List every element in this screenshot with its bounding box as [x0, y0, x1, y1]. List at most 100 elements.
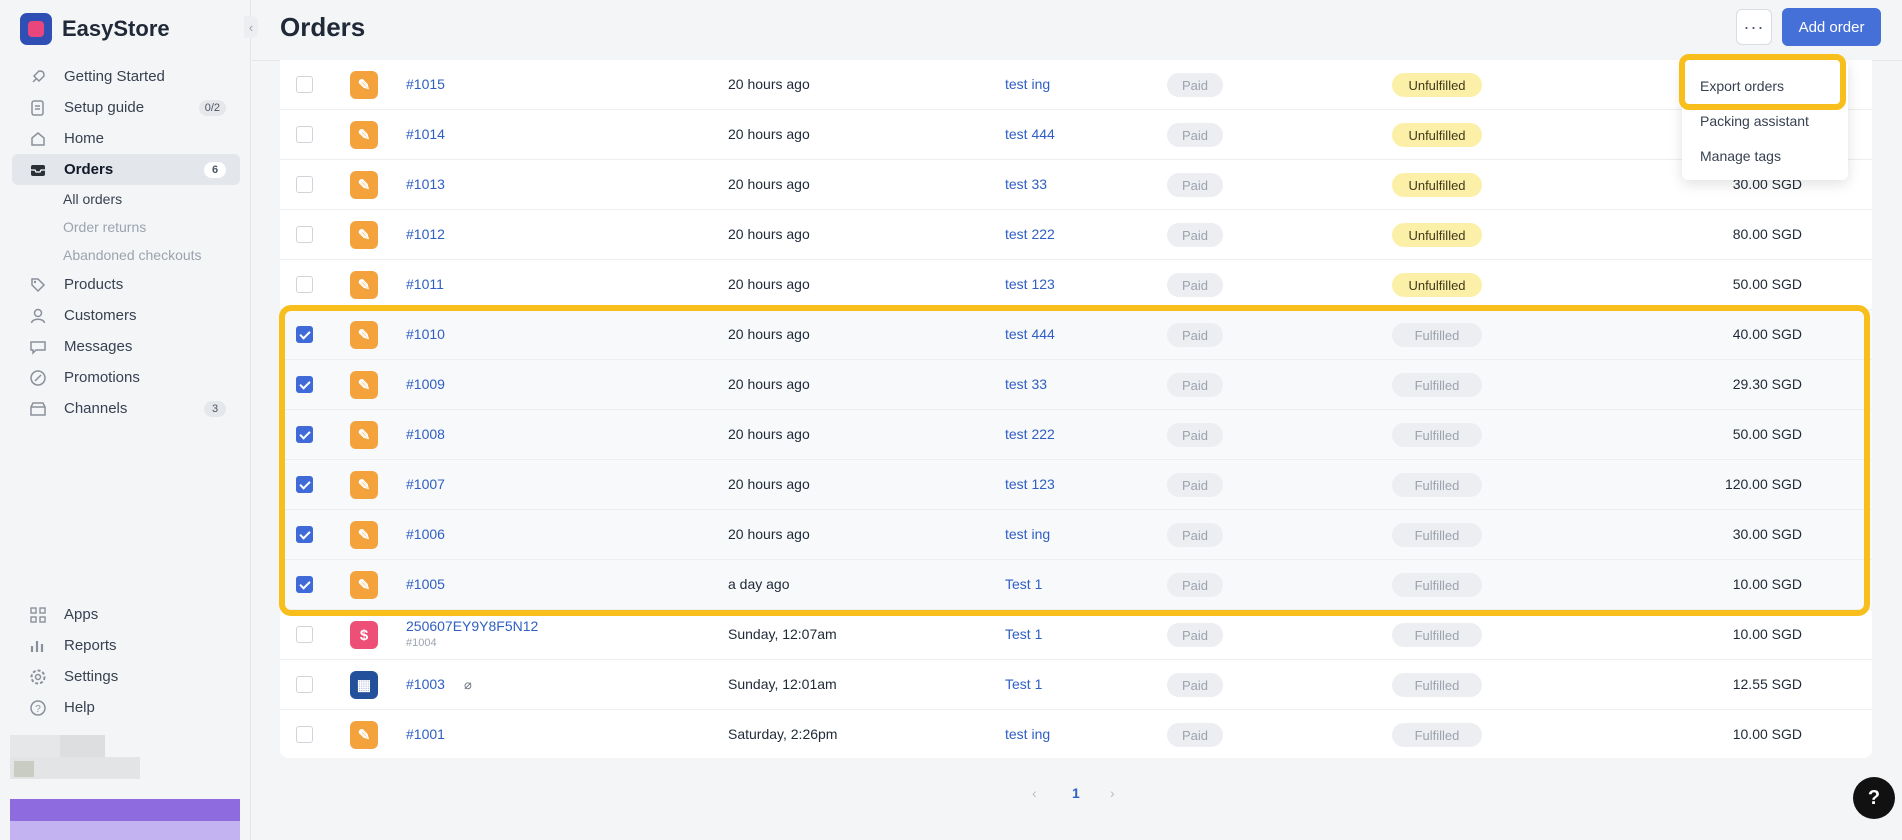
order-id-link[interactable]: #1013	[406, 176, 445, 192]
customer-link[interactable]: test 123	[1005, 476, 1055, 492]
menu-item-manage-tags[interactable]: Manage tags	[1700, 148, 1781, 164]
sidebar-subitem-all-orders[interactable]: All orders	[12, 185, 240, 213]
customer-link[interactable]: Test 1	[1005, 626, 1042, 642]
sidebar-item-reports[interactable]: Reports	[12, 630, 240, 661]
sidebar-item-setup-guide[interactable]: Setup guide 0/2	[12, 92, 240, 123]
table-row[interactable]: ✎ #1008 20 hours ago test 222 Paid Fulfilled 5…	[280, 410, 1872, 460]
prev-page-button[interactable]: ‹	[1032, 785, 1037, 801]
row-checkbox[interactable]	[296, 176, 313, 193]
more-actions-button[interactable]: ···	[1736, 9, 1772, 45]
table-row[interactable]: ✎ #1013 20 hours ago test 33 Paid Unfulfilled…	[280, 160, 1872, 210]
payment-status-badge: Paid	[1167, 673, 1223, 697]
customer-link[interactable]: test 222	[1005, 226, 1055, 242]
customer-link[interactable]: test ing	[1005, 76, 1050, 92]
row-checkbox[interactable]	[296, 676, 313, 693]
order-id-link[interactable]: #1006	[406, 526, 445, 542]
sidebar-item-apps[interactable]: Apps	[12, 599, 240, 630]
order-id-link[interactable]: #1005	[406, 576, 445, 592]
customer-link[interactable]: test 444	[1005, 326, 1055, 342]
table-row[interactable]: ✎ #1011 20 hours ago test 123 Paid Unfulfille…	[280, 260, 1872, 310]
sidebar-item-promotions[interactable]: Promotions	[12, 362, 240, 393]
customer-link[interactable]: Test 1	[1005, 576, 1042, 592]
table-row[interactable]: ✎ #1006 20 hours ago test ing Paid Fulfilled 3…	[280, 510, 1872, 560]
order-date: 20 hours ago	[728, 526, 810, 542]
row-checkbox[interactable]	[296, 226, 313, 243]
order-date: Sunday, 12:07am	[728, 626, 837, 642]
order-id-link[interactable]: 250607EY9Y8F5N12	[406, 618, 538, 634]
sidebar-item-label: Home	[64, 130, 105, 147]
customer-link[interactable]: test 33	[1005, 376, 1047, 392]
sidebar-subitem-abandoned-checkouts[interactable]: Abandoned checkouts	[12, 241, 240, 269]
sidebar-item-label: Apps	[64, 606, 99, 623]
order-id-link[interactable]: #1009	[406, 376, 445, 392]
manual-order-icon: ✎	[350, 421, 378, 449]
table-row[interactable]: ▦ #1003 ⌀ Sunday, 12:01am Test 1 Paid Fulfille…	[280, 660, 1872, 710]
customer-link[interactable]: Test 1	[1005, 676, 1042, 692]
table-row[interactable]: ✎ #1005 a day ago Test 1 Paid Fulfilled 10.00 …	[280, 560, 1872, 610]
order-id-link[interactable]: #1007	[406, 476, 445, 492]
page-number-current[interactable]: 1	[1072, 785, 1080, 801]
customer-link[interactable]: test ing	[1005, 526, 1050, 542]
row-checkbox[interactable]	[296, 126, 313, 143]
table-row[interactable]: ✎ #1012 20 hours ago test 222 Paid Unfulfille…	[280, 210, 1872, 260]
row-checkbox[interactable]	[296, 526, 313, 543]
brand[interactable]: EasyStore	[20, 13, 170, 45]
table-row[interactable]: ✎ #1009 20 hours ago test 33 Paid Fulfilled 29…	[280, 360, 1872, 410]
fulfillment-status-badge: Fulfilled	[1392, 373, 1482, 397]
order-date: 20 hours ago	[728, 76, 810, 92]
order-id-link[interactable]: #1011	[406, 276, 444, 292]
order-id-link[interactable]: #1001	[406, 726, 445, 742]
sidebar-item-home[interactable]: Home	[12, 123, 240, 154]
row-checkbox[interactable]	[296, 276, 313, 293]
customer-link[interactable]: test 222	[1005, 426, 1055, 442]
table-row[interactable]: $250607EY9Y8F5N12 #1004 Sunday, 12:07am Tes…	[280, 610, 1872, 660]
order-id-link[interactable]: #1012	[406, 226, 445, 242]
order-id-link[interactable]: #1014	[406, 126, 445, 142]
menu-item-packing-assistant[interactable]: Packing assistant	[1700, 113, 1809, 129]
next-page-button[interactable]: ›	[1110, 785, 1115, 801]
table-row[interactable]: ✎ #1007 20 hours ago test 123 Paid Fulfilled 1…	[280, 460, 1872, 510]
sidebar-item-messages[interactable]: Messages	[12, 331, 240, 362]
sidebar-item-products[interactable]: Products	[12, 269, 240, 300]
customer-link[interactable]: test 123	[1005, 276, 1055, 292]
account-switcher-blurred[interactable]	[10, 735, 240, 840]
row-checkbox[interactable]	[296, 726, 313, 743]
sidebar-item-orders[interactable]: Orders 6	[12, 154, 240, 185]
sidebar-item-customers[interactable]: Customers	[12, 300, 240, 331]
table-row[interactable]: ✎ #1010 20 hours ago test 444 Paid Fulfilled 4…	[280, 310, 1872, 360]
nav-bottom: Apps Reports Settings ? Help	[12, 599, 240, 723]
customer-link[interactable]: test ing	[1005, 726, 1050, 742]
table-row[interactable]: ✎ #1014 20 hours ago test 444 Paid Unfulfille…	[280, 110, 1872, 160]
row-checkbox[interactable]	[296, 376, 313, 393]
channels-count-badge: 3	[204, 401, 226, 417]
row-checkbox[interactable]	[296, 426, 313, 443]
manual-order-icon: ✎	[350, 721, 378, 749]
order-id-link[interactable]: #1003	[406, 676, 445, 692]
order-id-link[interactable]: #1015	[406, 76, 445, 92]
sidebar-item-label: Messages	[64, 338, 133, 355]
order-id-link[interactable]: #1008	[406, 426, 445, 442]
payment-status-badge: Paid	[1167, 323, 1223, 347]
home-icon	[28, 129, 48, 149]
row-checkbox[interactable]	[296, 476, 313, 493]
sidebar-subitem-order-returns[interactable]: Order returns	[12, 213, 240, 241]
manual-order-icon: ✎	[350, 71, 378, 99]
customer-link[interactable]: test 33	[1005, 176, 1047, 192]
sidebar-item-help[interactable]: ? Help	[12, 692, 240, 723]
table-row[interactable]: ✎ #1015 20 hours ago test ing Paid Unfulfille…	[280, 60, 1872, 110]
row-checkbox[interactable]	[296, 576, 313, 593]
manual-order-icon: ✎	[350, 321, 378, 349]
row-checkbox[interactable]	[296, 626, 313, 643]
order-id-link[interactable]: #1010	[406, 326, 445, 342]
row-checkbox[interactable]	[296, 76, 313, 93]
customer-link[interactable]: test 444	[1005, 126, 1055, 142]
sidebar-item-channels[interactable]: Channels 3	[12, 393, 240, 424]
sidebar-item-getting-started[interactable]: Getting Started	[12, 61, 240, 92]
row-checkbox[interactable]	[296, 326, 313, 343]
add-order-button[interactable]: Add order	[1782, 8, 1881, 46]
payment-status-badge: Paid	[1167, 223, 1223, 247]
table-row[interactable]: ✎ #1001 Saturday, 2:26pm test ing Paid Fulfil…	[280, 710, 1872, 758]
collapse-sidebar-chevron-icon[interactable]: ‹	[244, 16, 258, 38]
sidebar-item-settings[interactable]: Settings	[12, 661, 240, 692]
help-chat-button[interactable]: ?	[1853, 777, 1895, 819]
